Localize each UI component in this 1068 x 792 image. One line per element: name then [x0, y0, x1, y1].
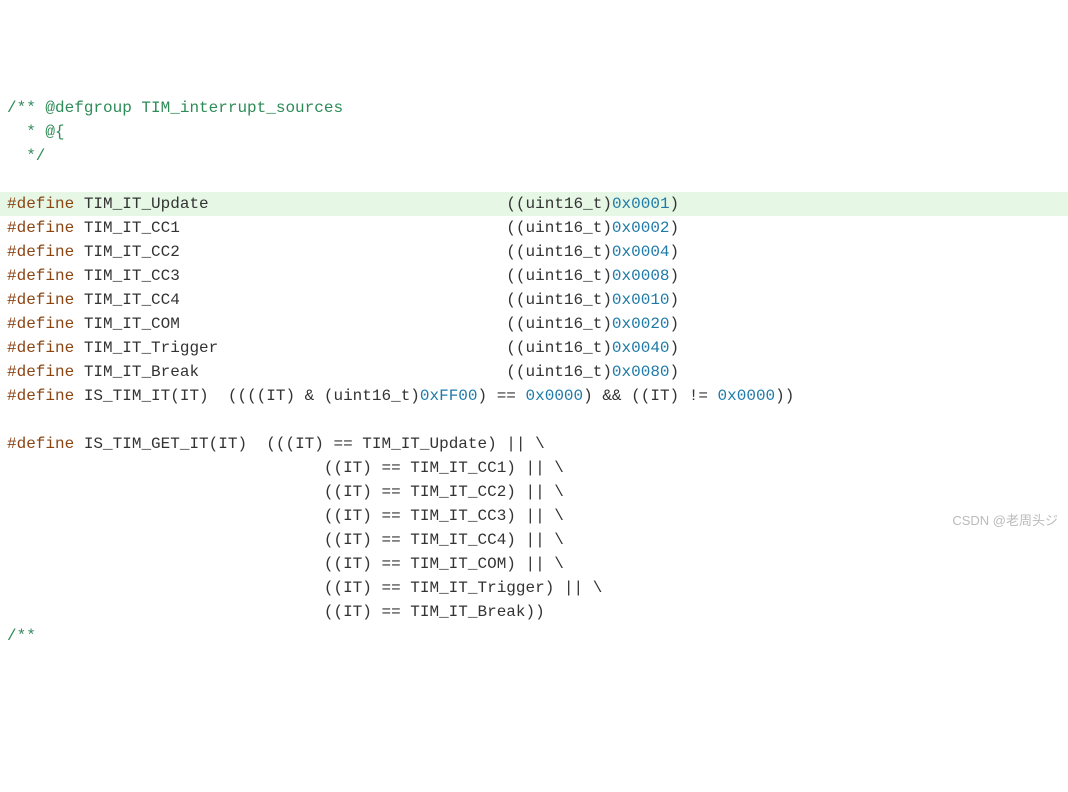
blank-line	[0, 168, 1068, 192]
code-editor: /** @defgroup TIM_interrupt_sources * @{…	[0, 96, 1068, 648]
macro-cont-line: ((IT) == TIM_IT_COM) || \	[0, 552, 1068, 576]
macro-cont-line: ((IT) == TIM_IT_CC1) || \	[0, 456, 1068, 480]
comment-line: */	[0, 144, 1068, 168]
define-macro-line: #define IS_TIM_IT(IT) ((((IT) & (uint16_…	[0, 384, 1068, 408]
macro-cont-line: ((IT) == TIM_IT_CC4) || \	[0, 528, 1068, 552]
macro-cont-line: ((IT) == TIM_IT_CC2) || \	[0, 480, 1068, 504]
comment-line: /** @defgroup TIM_interrupt_sources	[0, 96, 1068, 120]
define-macro-line: #define IS_TIM_GET_IT(IT) (((IT) == TIM_…	[0, 432, 1068, 456]
watermark: CSDN @老周头ジ	[952, 511, 1058, 531]
define-line: #define TIM_IT_CC3 ((uint16_t)0x0008)	[0, 264, 1068, 288]
comment-line: * @{	[0, 120, 1068, 144]
define-line: #define TIM_IT_Break ((uint16_t)0x0080)	[0, 360, 1068, 384]
define-line: #define TIM_IT_CC2 ((uint16_t)0x0004)	[0, 240, 1068, 264]
define-line: #define TIM_IT_CC1 ((uint16_t)0x0002)	[0, 216, 1068, 240]
macro-cont-line: ((IT) == TIM_IT_Break))	[0, 600, 1068, 624]
comment-line: /**	[0, 624, 1068, 648]
define-line: #define TIM_IT_COM ((uint16_t)0x0020)	[0, 312, 1068, 336]
define-line: #define TIM_IT_Trigger ((uint16_t)0x0040…	[0, 336, 1068, 360]
define-line: #define TIM_IT_CC4 ((uint16_t)0x0010)	[0, 288, 1068, 312]
macro-cont-line: ((IT) == TIM_IT_Trigger) || \	[0, 576, 1068, 600]
macro-cont-line: ((IT) == TIM_IT_CC3) || \	[0, 504, 1068, 528]
define-line: #define TIM_IT_Update ((uint16_t)0x0001)	[0, 192, 1068, 216]
blank-line	[0, 408, 1068, 432]
